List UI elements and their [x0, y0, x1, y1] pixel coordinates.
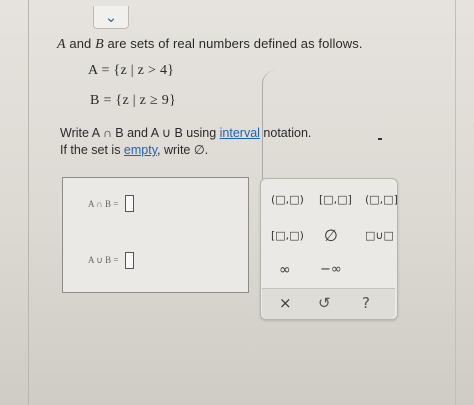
empty-instruction-tail: , write ∅.: [157, 143, 209, 157]
open-interval-button[interactable]: (□,□): [271, 193, 304, 206]
intersection-label: A ∩ B =: [88, 198, 119, 209]
empty-set-button[interactable]: ∅: [324, 226, 338, 245]
union-input[interactable]: [125, 252, 135, 269]
half-open-right-closed-button[interactable]: (□,□]: [365, 193, 398, 206]
stray-mark: [378, 138, 382, 140]
empty-link[interactable]: empty: [124, 143, 157, 157]
union-label: A ∪ B =: [88, 255, 119, 265]
intersection-answer-row: A ∩ B =: [88, 195, 135, 212]
help-icon[interactable]: ?: [362, 294, 370, 312]
chevron-down-icon: ⌄: [104, 9, 118, 26]
empty-instruction-text: If the set is: [60, 143, 124, 157]
infinity-button[interactable]: ∞: [279, 262, 291, 278]
interval-link[interactable]: interval: [220, 126, 260, 140]
union-button[interactable]: □∪□: [365, 229, 394, 242]
set-a-symbol: A: [57, 37, 66, 52]
intro-text: are sets of real numbers defined as foll…: [103, 36, 363, 51]
problem-intro: A and B are sets of real numbers defined…: [57, 36, 363, 53]
instruction-text: Write A ∩ B and A ∪ B using: [60, 126, 220, 140]
intro-connector: and: [65, 36, 96, 51]
closed-interval-button[interactable]: [□,□]: [319, 193, 352, 206]
union-answer-row: A ∪ B =: [88, 252, 135, 269]
half-open-left-closed-button[interactable]: [□,□): [271, 229, 304, 242]
set-b-symbol: B: [95, 37, 104, 52]
left-divider: [28, 0, 29, 405]
right-divider: [455, 0, 456, 405]
set-a-definition: A = {z | z > 4}: [88, 63, 175, 78]
undo-icon[interactable]: ↺: [318, 294, 331, 312]
negative-infinity-button[interactable]: −∞: [320, 262, 342, 277]
intersection-input[interactable]: [125, 195, 135, 212]
collapse-button[interactable]: ⌄: [93, 6, 129, 29]
clear-button[interactable]: ×: [279, 294, 292, 312]
set-b-definition: B = {z | z ≥ 9}: [90, 93, 177, 108]
screen-glare: [262, 70, 291, 180]
empty-instruction-line: If the set is empty, write ∅.: [60, 142, 208, 157]
